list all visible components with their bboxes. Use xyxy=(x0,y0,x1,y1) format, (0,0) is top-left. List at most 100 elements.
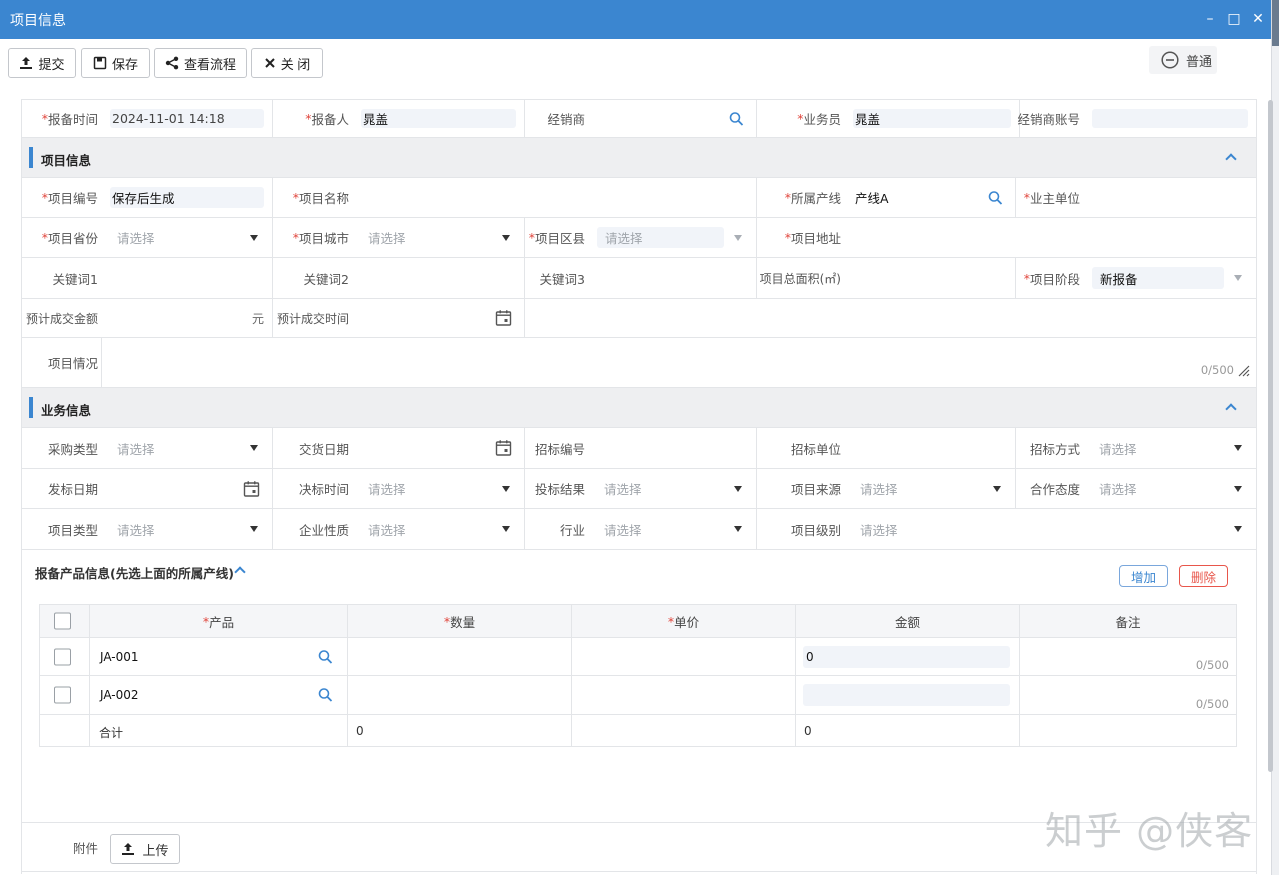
select-all-checkbox[interactable] xyxy=(54,612,71,630)
situation-counter: 0/500 xyxy=(1200,363,1234,377)
area-field[interactable] xyxy=(845,258,1015,298)
keyword3-field[interactable] xyxy=(589,258,756,298)
bid-method-select[interactable]: 请选择 xyxy=(1084,428,1256,468)
level-select[interactable]: 请选择 xyxy=(845,509,1256,549)
save-button[interactable]: 保存 xyxy=(81,48,150,78)
qty-field[interactable] xyxy=(348,638,572,675)
province-select[interactable]: 请选择 xyxy=(102,218,272,257)
bid-result-select[interactable]: 请选择 xyxy=(589,469,756,508)
business-info-section-header[interactable]: 业务信息 xyxy=(22,388,1256,428)
search-icon[interactable] xyxy=(729,111,744,126)
view-flow-label: 查看流程 xyxy=(183,56,236,72)
close-icon[interactable]: ✕ xyxy=(1250,9,1266,29)
remark-field[interactable]: 0/500 xyxy=(1020,638,1236,675)
dealer-field[interactable] xyxy=(589,100,756,137)
attachment-label: 附件 xyxy=(72,840,98,856)
submit-button[interactable]: 提交 xyxy=(8,48,76,78)
source-label: 项目来源 xyxy=(790,482,841,497)
resize-handle-icon[interactable] xyxy=(1236,363,1250,377)
reporter-field[interactable]: 晁盖 xyxy=(361,109,516,128)
salesman-field[interactable]: 晁盖 xyxy=(853,109,1011,128)
bid-unit-field[interactable] xyxy=(845,428,1015,468)
province-label: 项目省份 xyxy=(47,231,98,246)
industry-select[interactable]: 请选择 xyxy=(589,509,756,549)
city-select[interactable]: 请选择 xyxy=(353,218,524,257)
keyword1-field[interactable] xyxy=(102,258,272,298)
owner-unit-field[interactable] xyxy=(1084,178,1256,217)
maximize-icon[interactable]: □ xyxy=(1226,9,1242,29)
dropdown-arrow-icon xyxy=(250,234,258,241)
view-flow-button[interactable]: 查看流程 xyxy=(154,48,247,78)
project-info-section-header[interactable]: 项目信息 xyxy=(22,138,1256,178)
keyword3-label: 关键词3 xyxy=(539,271,585,287)
district-label: 项目区县 xyxy=(534,231,585,246)
district-select[interactable]: 请选择 xyxy=(589,218,756,257)
dealer-account-field[interactable] xyxy=(1092,109,1248,128)
purchase-type-select[interactable]: 请选择 xyxy=(102,428,272,468)
search-icon[interactable] xyxy=(318,649,333,664)
save-label: 保存 xyxy=(111,56,138,72)
price-field[interactable] xyxy=(572,676,796,714)
total-label: 合计 xyxy=(99,726,124,740)
close-button[interactable]: 关 闭 xyxy=(251,48,323,78)
header-amount: 金额 xyxy=(894,614,920,630)
form-row-deal: 预计成交金额 元 预计成交时间 xyxy=(22,299,1256,338)
project-no-field: 保存后生成 xyxy=(110,187,264,208)
situation-textarea[interactable]: 0/500 xyxy=(102,338,1256,387)
bid-issue-date-field[interactable] xyxy=(102,469,272,508)
row-checkbox[interactable] xyxy=(54,686,71,704)
product-field[interactable]: JA-001 xyxy=(90,638,348,675)
table-total-row: 合计 0 0 xyxy=(40,715,1236,746)
project-name-field[interactable] xyxy=(353,178,756,217)
calendar-icon[interactable] xyxy=(243,480,260,497)
amount-field[interactable]: 元 xyxy=(102,299,272,337)
report-time-field[interactable]: 2024-11-01 14:18 xyxy=(110,109,264,128)
upload-icon xyxy=(20,57,33,69)
price-field[interactable] xyxy=(572,638,796,675)
project-name-label: 项目名称 xyxy=(298,191,349,206)
mode-toggle[interactable]: 普通 xyxy=(1149,46,1217,74)
source-select[interactable]: 请选择 xyxy=(845,469,1015,508)
total-qty: 0 xyxy=(356,724,364,738)
add-product-button[interactable]: 增加 xyxy=(1119,565,1168,587)
delivery-date-field[interactable] xyxy=(353,428,524,468)
search-icon[interactable] xyxy=(988,190,1003,205)
minimize-icon[interactable]: – xyxy=(1202,9,1218,29)
city-label: 项目城市 xyxy=(298,231,349,246)
row-checkbox[interactable] xyxy=(54,648,71,665)
bid-result-label: 投标结果 xyxy=(534,482,585,497)
deal-time-field[interactable] xyxy=(353,299,524,337)
project-type-select[interactable]: 请选择 xyxy=(102,509,272,549)
delete-product-button[interactable]: 删除 xyxy=(1179,565,1228,587)
bid-no-field[interactable] xyxy=(589,428,756,468)
remark-field[interactable]: 0/500 xyxy=(1020,676,1236,714)
qty-field[interactable] xyxy=(348,676,572,714)
calendar-icon[interactable] xyxy=(495,310,512,327)
product-field[interactable]: JA-002 xyxy=(90,676,348,714)
bid-decide-select[interactable]: 请选择 xyxy=(353,469,524,508)
chevron-up-icon[interactable] xyxy=(1225,403,1237,415)
product-line-field[interactable]: 产线A xyxy=(845,178,1015,217)
vertical-scrollbar[interactable] xyxy=(1268,100,1273,772)
keyword2-field[interactable] xyxy=(353,258,524,298)
mode-label: 普通 xyxy=(1186,54,1213,70)
stage-select[interactable]: 新报备 xyxy=(1084,258,1256,298)
search-icon[interactable] xyxy=(318,688,333,703)
upload-button[interactable]: 上传 xyxy=(110,834,180,864)
window-title: 项目信息 xyxy=(10,13,66,29)
products-table: * 产品 * 数量 * 单价 金额 备注 JA-001 0 0/500 JA-002 xyxy=(39,604,1237,747)
calendar-icon[interactable] xyxy=(495,440,512,457)
report-time-label: 报备时间 xyxy=(47,112,98,127)
chevron-up-icon[interactable] xyxy=(1225,153,1237,165)
address-field[interactable] xyxy=(845,218,1256,257)
save-icon xyxy=(93,56,107,70)
amount-field xyxy=(803,684,1010,706)
attitude-select[interactable]: 请选择 xyxy=(1084,469,1256,508)
situation-label: 项目情况 xyxy=(47,356,98,371)
form-row-keywords: 关键词1 关键词2 关键词3 项目总面积(㎡) * 项目阶段 新报备 xyxy=(22,258,1256,299)
watermark: 知乎 @侠客 xyxy=(1045,809,1254,853)
stage-label: 项目阶段 xyxy=(1029,271,1080,287)
enterprise-select[interactable]: 请选择 xyxy=(353,509,524,549)
keyword1-label: 关键词1 xyxy=(52,271,98,287)
bid-method-label: 招标方式 xyxy=(1029,441,1080,457)
